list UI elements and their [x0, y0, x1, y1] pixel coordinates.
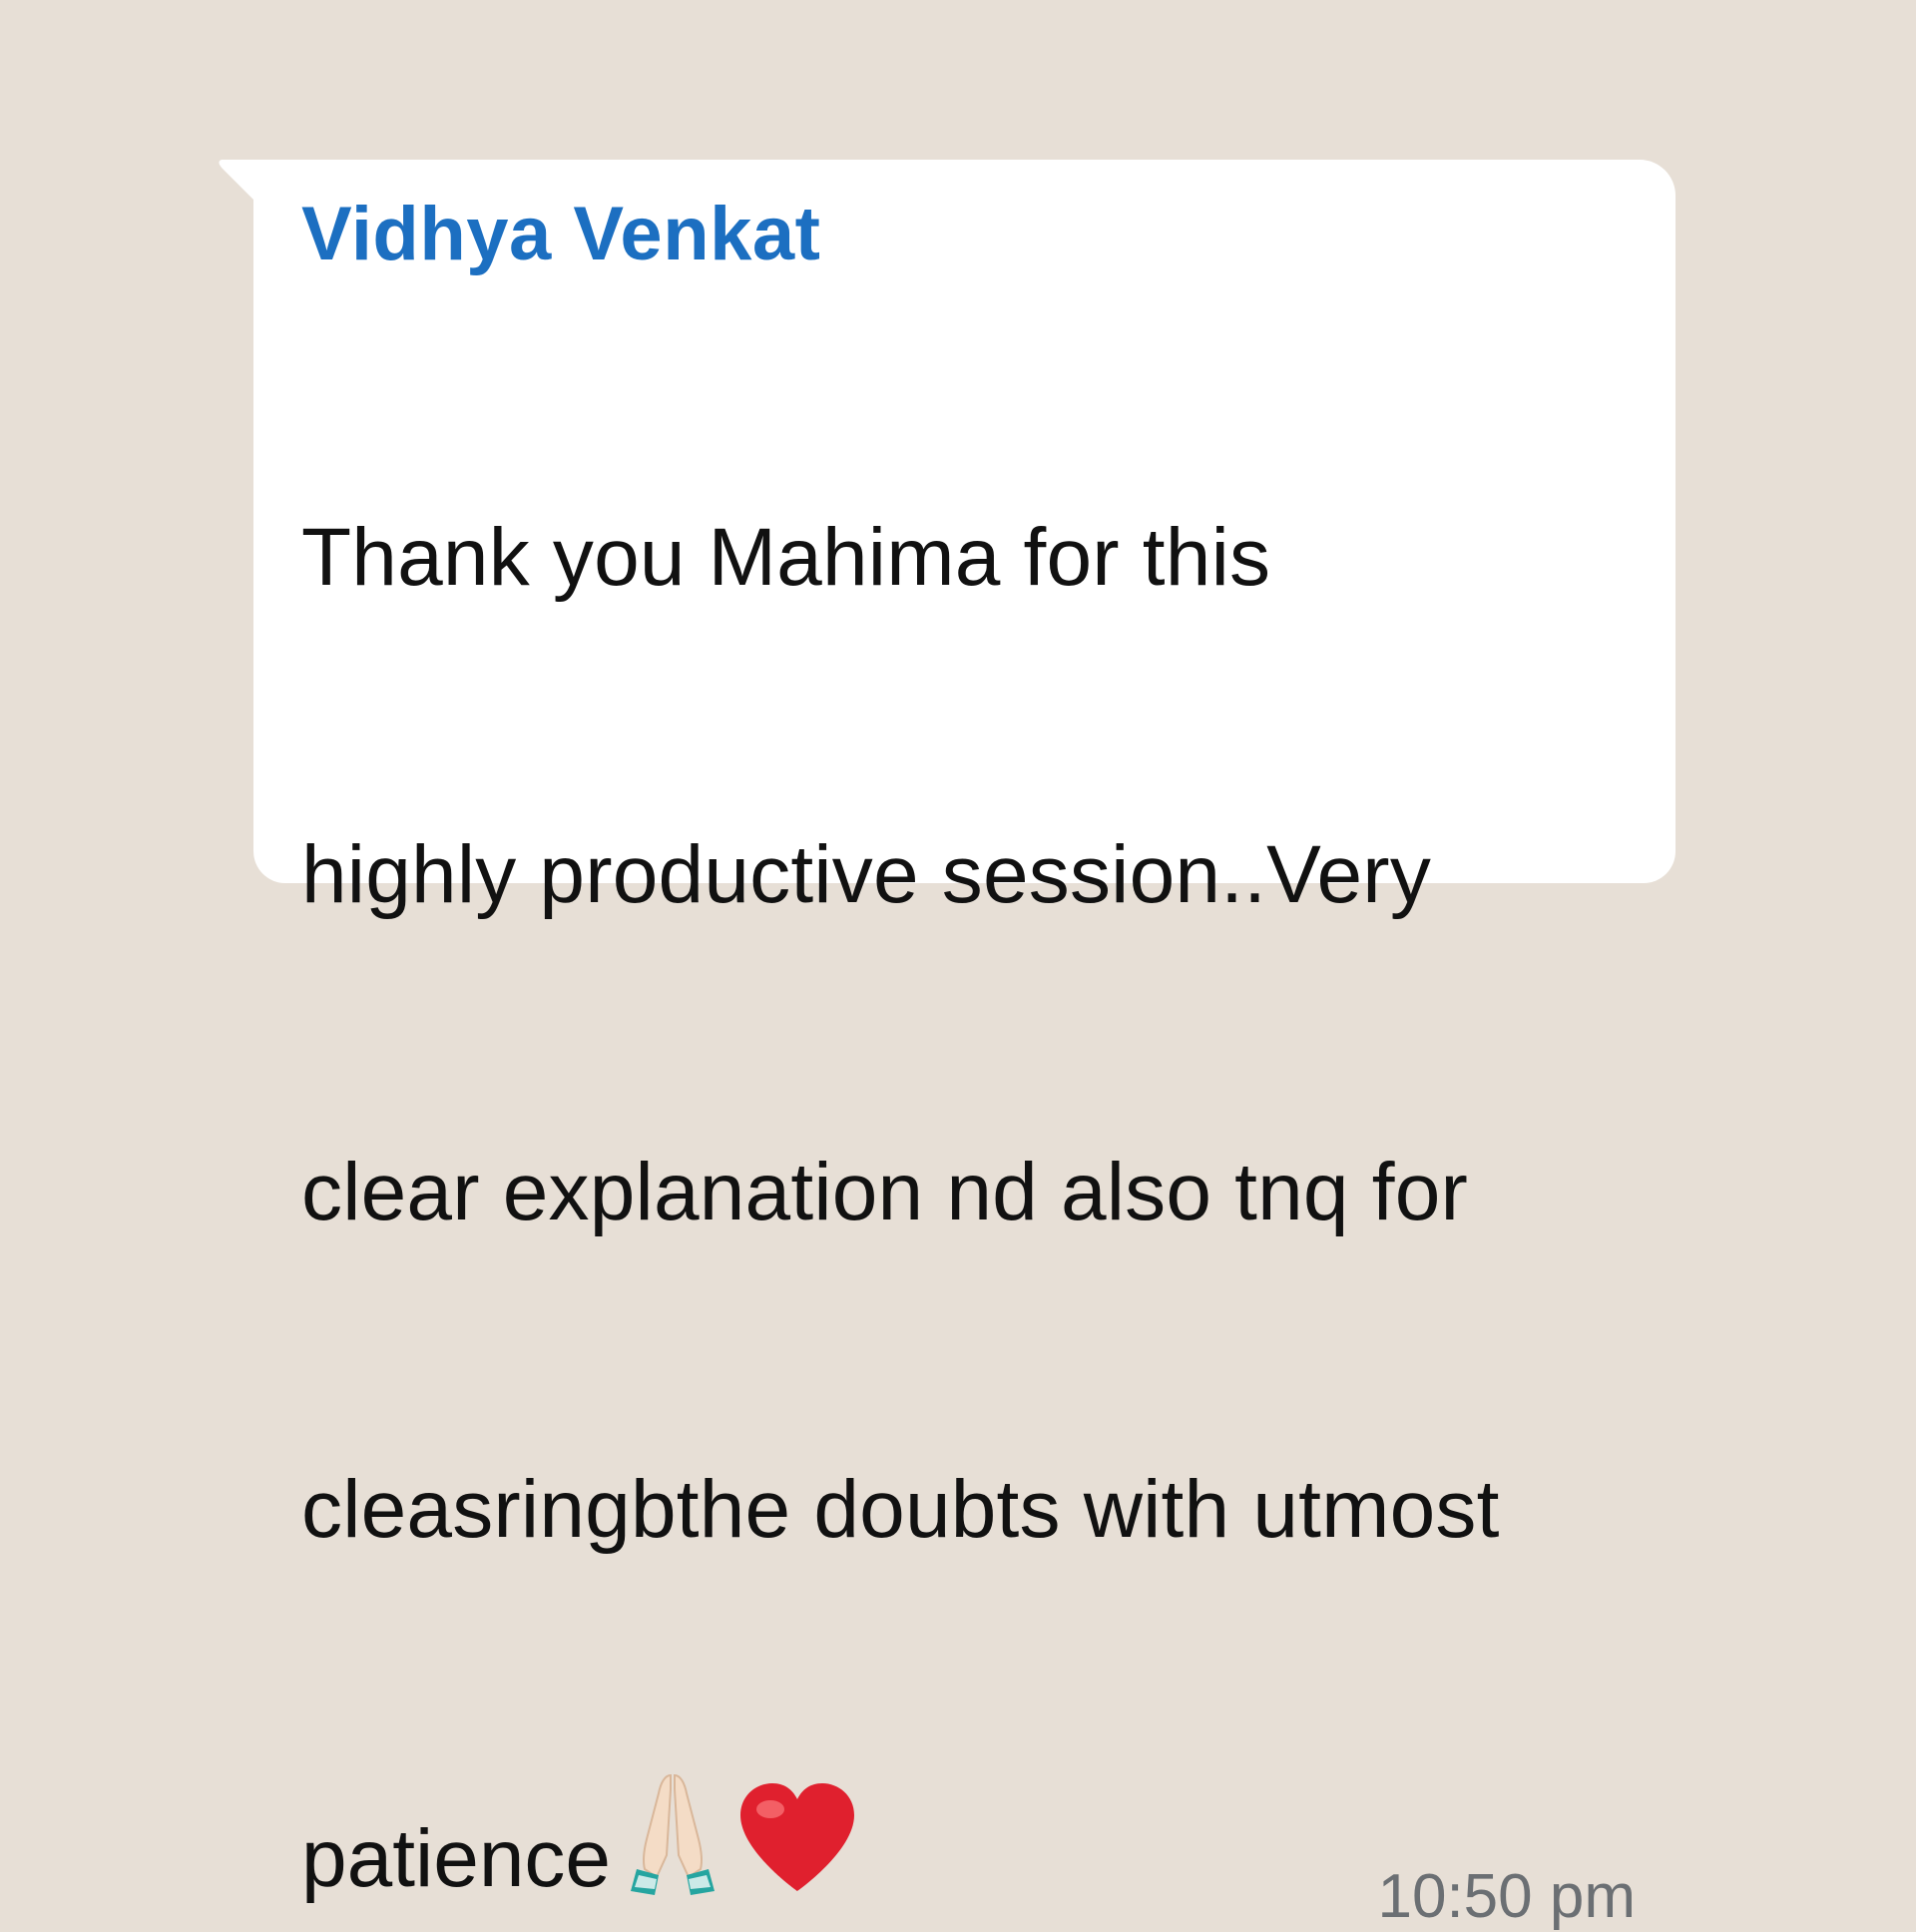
- folded-hands-icon: [625, 1767, 720, 1902]
- message-timestamp: 10:50 pm: [1377, 1862, 1636, 1931]
- message-bubble[interactable]: Vidhya Venkat Thank you Mahima for this …: [214, 160, 1676, 1931]
- message-line: cleasringbthe doubts with utmost: [301, 1464, 1500, 1555]
- message-last-line: patience 10:50 pm: [301, 1773, 1636, 1931]
- message-text: Thank you Mahima for this highly product…: [301, 293, 1636, 1774]
- message-line: Thank you Mahima for this: [301, 512, 1271, 603]
- message-line: patience: [301, 1813, 612, 1904]
- red-heart-icon: [734, 1779, 860, 1902]
- message-bubble-body: Vidhya Venkat Thank you Mahima for this …: [253, 160, 1676, 1931]
- message-line: highly productive session..Very: [301, 829, 1432, 920]
- message-line: clear explanation nd also tnq for: [301, 1147, 1469, 1237]
- sender-name[interactable]: Vidhya Venkat: [301, 190, 1636, 279]
